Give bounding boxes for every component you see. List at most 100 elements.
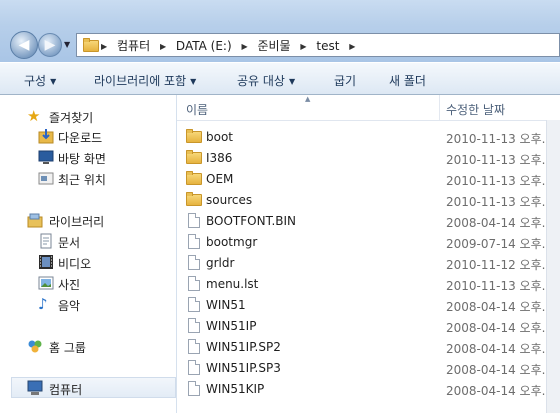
breadcrumb-drive[interactable]: DATA (E:): [176, 39, 232, 53]
nav-recent-places[interactable]: 최근 위치: [0, 168, 176, 188]
nav-computer-label: 컴퓨터: [49, 383, 83, 397]
folder-icon: [186, 129, 202, 145]
chevron-right-icon[interactable]: ▶: [101, 42, 107, 51]
chevron-right-icon[interactable]: ▶: [241, 42, 247, 51]
file-date: 2009-07-14 오후...: [446, 237, 554, 251]
downloads-icon: [38, 128, 54, 144]
chevron-down-icon: ▼: [50, 77, 57, 86]
recent-places-icon: [38, 170, 54, 186]
nav-libraries-label: 라이브러리: [49, 215, 105, 229]
file-icon: [186, 381, 202, 397]
file-row[interactable]: I386 2010-11-13 오후...: [177, 147, 560, 168]
address-bar[interactable]: ▶ 컴퓨터 ▶ DATA (E:) ▶ 준비물 ▶ test ▶: [76, 33, 560, 57]
file-icon: [186, 234, 202, 250]
file-icon: [186, 255, 202, 271]
vertical-scrollbar[interactable]: [546, 120, 560, 413]
nav-favorites-label: 즐겨찾기: [49, 111, 94, 125]
recent-pages-dropdown[interactable]: ▼: [64, 40, 70, 49]
file-row[interactable]: sources 2010-11-13 오후...: [177, 189, 560, 210]
file-row[interactable]: BOOTFONT.BIN 2008-04-14 오후...: [177, 210, 560, 231]
nav-homegroup[interactable]: 홈 그룹: [0, 336, 176, 356]
column-header-row: ▲ 이름 수정한 날짜: [177, 95, 560, 121]
nav-music[interactable]: ♪ 음악: [0, 294, 176, 314]
chevron-right-icon[interactable]: ▶: [349, 42, 355, 51]
folder-icon: [186, 171, 202, 187]
file-name: grldr: [206, 256, 235, 270]
nav-documents-label: 문서: [58, 236, 81, 250]
column-divider[interactable]: [439, 95, 440, 120]
file-date: 2010-11-12 오후...: [446, 258, 554, 272]
file-name: WIN51IP.SP3: [206, 361, 281, 375]
organize-button[interactable]: 구성 ▼: [24, 72, 56, 89]
nav-downloads[interactable]: 다운로드: [0, 126, 176, 146]
file-date: 2010-11-13 오후...: [446, 195, 554, 209]
file-row[interactable]: WIN51IP 2008-04-14 오후...: [177, 315, 560, 336]
file-name: WIN51IP: [206, 319, 257, 333]
file-row[interactable]: WIN51IP.SP3 2008-04-14 오후...: [177, 357, 560, 378]
file-row[interactable]: boot 2010-11-13 오후...: [177, 126, 560, 147]
file-icon: [186, 360, 202, 376]
nav-documents[interactable]: 문서: [0, 231, 176, 251]
libraries-icon: [27, 212, 43, 228]
nav-computer[interactable]: 컴퓨터: [11, 377, 176, 398]
forward-button[interactable]: ▶: [38, 33, 62, 57]
file-row[interactable]: bootmgr 2009-07-14 오후...: [177, 231, 560, 252]
pictures-icon: [38, 275, 54, 291]
nav-favorites[interactable]: ★ 즐겨찾기: [0, 106, 176, 126]
homegroup-icon: [27, 338, 43, 354]
file-row[interactable]: WIN51IP.SP2 2008-04-14 오후...: [177, 336, 560, 357]
file-row[interactable]: OEM 2010-11-13 오후...: [177, 168, 560, 189]
file-date: 2010-11-13 오후...: [446, 132, 554, 146]
nav-pictures-label: 사진: [58, 278, 81, 292]
chevron-right-icon[interactable]: ▶: [160, 42, 166, 51]
column-header-date[interactable]: 수정한 날짜: [446, 101, 505, 118]
nav-recent-places-label: 최근 위치: [58, 173, 106, 187]
new-folder-button[interactable]: 새 폴더: [389, 72, 426, 89]
file-icon: [186, 276, 202, 292]
breadcrumb-current[interactable]: test: [316, 39, 339, 53]
file-list: ▲ 이름 수정한 날짜 boot 2010-11-13 오후... I386 2010…: [177, 95, 560, 413]
burn-button[interactable]: 굽기: [334, 72, 356, 89]
sort-ascending-icon: ▲: [305, 95, 311, 103]
folder-icon: [186, 150, 202, 166]
file-icon: [186, 339, 202, 355]
music-icon: ♪: [38, 295, 48, 313]
file-date: 2008-04-14 오후...: [446, 216, 554, 230]
burn-label: 굽기: [334, 74, 357, 88]
file-name: sources: [206, 193, 253, 207]
file-date: 2010-11-13 오후...: [446, 174, 554, 188]
file-name: boot: [206, 130, 234, 144]
include-library-button[interactable]: 라이브러리에 포함 ▼: [94, 72, 196, 89]
file-date: 2010-11-13 오후...: [446, 279, 554, 293]
chevron-down-icon: ▼: [190, 77, 197, 86]
file-date: 2008-04-14 오후...: [446, 384, 554, 398]
new-folder-label: 새 폴더: [389, 74, 426, 88]
file-date: 2008-04-14 오후...: [446, 300, 554, 314]
nav-desktop[interactable]: 바탕 화면: [0, 147, 176, 167]
file-row[interactable]: WIN51KIP 2008-04-14 오후...: [177, 378, 560, 399]
breadcrumb: ▶ 컴퓨터 ▶ DATA (E:) ▶ 준비물 ▶ test ▶: [101, 37, 361, 54]
file-icon: [186, 318, 202, 334]
file-icon: [186, 297, 202, 313]
column-header-name[interactable]: 이름: [186, 101, 208, 118]
share-with-button[interactable]: 공유 대상 ▼: [237, 72, 295, 89]
breadcrumb-computer[interactable]: 컴퓨터: [117, 39, 150, 53]
folder-icon: [186, 192, 202, 208]
file-row[interactable]: WIN51 2008-04-14 오후...: [177, 294, 560, 315]
file-row[interactable]: grldr 2010-11-12 오후...: [177, 252, 560, 273]
nav-music-label: 음악: [58, 299, 81, 313]
chevron-right-icon[interactable]: ▶: [300, 42, 306, 51]
file-date: 2008-04-14 오후...: [446, 363, 554, 377]
file-name: bootmgr: [206, 235, 258, 249]
file-name: OEM: [206, 172, 234, 186]
file-name: WIN51KIP: [206, 382, 265, 396]
desktop-icon: [38, 149, 54, 165]
file-row[interactable]: menu.lst 2010-11-13 오후...: [177, 273, 560, 294]
nav-libraries[interactable]: 라이브러리: [0, 210, 176, 230]
star-icon: ★: [27, 107, 41, 125]
nav-pictures[interactable]: 사진: [0, 273, 176, 293]
nav-desktop-label: 바탕 화면: [58, 152, 106, 166]
back-button[interactable]: ◀: [10, 31, 38, 59]
nav-videos[interactable]: 비디오: [0, 252, 176, 272]
breadcrumb-folder[interactable]: 준비물: [257, 39, 290, 53]
